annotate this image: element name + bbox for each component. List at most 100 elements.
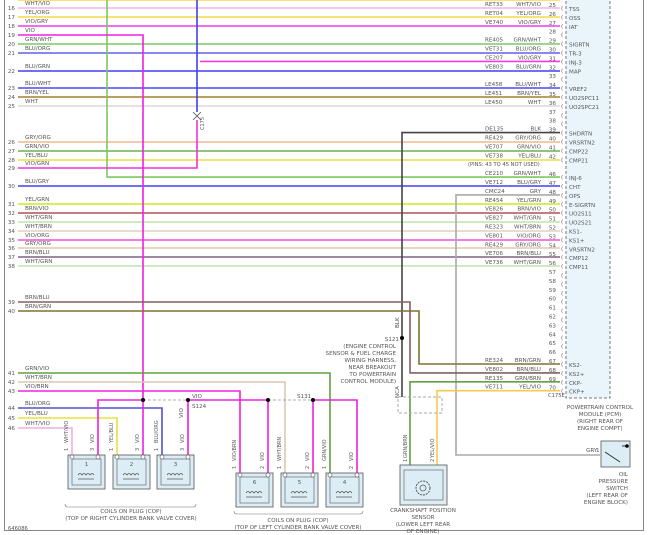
coil-terminal-icon: [185, 454, 191, 460]
coil-group-brace: [233, 510, 364, 515]
splice-s121-desc: SENSOR & FUEL CHARGE: [326, 351, 397, 357]
left-pin-number: 45: [8, 416, 16, 422]
connector-terminal-icon: (: [561, 255, 563, 261]
pin-function: UO2S21: [569, 221, 592, 227]
pin-circuit-id: VE827: [485, 216, 503, 222]
vio-bus: [313, 399, 358, 475]
splice-dot: [141, 398, 145, 402]
connector-terminal-icon: (: [561, 131, 563, 137]
left-pin-number: 39: [8, 300, 16, 306]
left-wire-color: VIO/GRY: [25, 19, 49, 25]
coil-pin-number: 3: [135, 448, 141, 451]
pin-circuit-id: RE324: [485, 358, 504, 364]
pin-wire-color: YEL/ORG: [515, 11, 541, 17]
connector-terminal-icon: (: [561, 282, 563, 288]
pin-circuit-id: VE707: [485, 144, 503, 150]
pin-wire-color: BRN/YEL: [517, 91, 542, 97]
pin-number: 28: [549, 30, 557, 36]
pin-function: CMP12: [569, 256, 588, 262]
pcm-label: POWERTRAIN CONTROL: [567, 405, 634, 411]
pin-circuit-id: LE451: [485, 91, 503, 97]
connector-terminal-icon: (: [561, 246, 563, 252]
left-wire-color: BRN/BLU: [25, 250, 50, 256]
pcm-label: (RIGHT REAR OF: [577, 419, 623, 425]
left-wire-color: VIO/ORG: [25, 233, 49, 239]
connector-terminal-icon: (: [561, 220, 563, 226]
pin-circuit-id: LE450: [485, 100, 503, 106]
coil-terminal-icon: [140, 454, 146, 460]
pin-function: MAP: [569, 69, 582, 75]
coil-terminal-icon: [354, 472, 360, 478]
pin-function: TSS: [568, 7, 580, 13]
left-pin-number: 38: [8, 264, 16, 270]
pin-wire-color: BRN/BLU: [516, 367, 541, 373]
pin-wire-color: BLU/GRY: [517, 180, 542, 186]
coil-wire-label: GRN/VIO: [322, 439, 328, 461]
pin-number: 60: [549, 297, 557, 303]
pin-wire-color: BLK: [530, 127, 541, 133]
left-wire-color: YEL/GRN: [24, 197, 49, 203]
left-wire-color: WHT/BRN: [25, 224, 52, 230]
connector-terminal-icon: (: [561, 184, 563, 190]
coil-pin-number: 2: [305, 466, 311, 469]
pin-function: E-SIGRTN: [569, 203, 595, 209]
left-pin-number: 36: [8, 246, 16, 252]
pin-function: KS1+: [569, 238, 585, 244]
connector-terminal-icon: (: [561, 344, 563, 350]
splice-s131-dot: [311, 398, 315, 402]
connector-terminal-icon: (: [561, 6, 563, 12]
pin-wire-color: VIO/GRY: [518, 55, 542, 61]
pin-function: CKP+: [569, 390, 585, 396]
splice-s121-desc: NEAR BREAKOUT: [348, 365, 396, 371]
coil-box: [112, 454, 151, 490]
coil-terminal-icon: [159, 454, 165, 460]
pin-function: SIGRTN: [569, 43, 590, 49]
coil-box: [325, 472, 364, 508]
left-pin-number: 18: [8, 24, 16, 30]
coil-terminal-icon: [310, 472, 316, 478]
coil-pin-number: 1: [277, 466, 283, 469]
oil-switch-label: SWITCH: [606, 486, 628, 492]
left-pin-number: 27: [8, 149, 16, 155]
coil-wire-label: YEL/BLU: [109, 422, 115, 444]
pin-circuit-id: (PINS: 43 TO 45 NOT USED): [468, 162, 540, 168]
coil-wire-label: VIO: [349, 452, 355, 461]
coil-terminal-icon: [95, 454, 101, 460]
connector-terminal-icon: (: [561, 237, 563, 243]
connector-terminal-icon: (: [561, 380, 563, 386]
left-wire-color: YEL/BLU: [24, 411, 48, 417]
connector-terminal-icon: (: [561, 273, 563, 279]
connector-terminal-icon: (: [561, 362, 563, 368]
pin-number: 61: [549, 306, 557, 312]
coil-wire-label: VIO: [260, 452, 266, 461]
pin-circuit-id: VE712: [485, 180, 503, 186]
coil-pin-number: 1: [322, 466, 328, 469]
pin-wire-color: BLU/ORG: [516, 47, 541, 53]
pin-wire-color: GRY/ORG: [515, 136, 541, 142]
connector-terminal-icon: (: [561, 77, 563, 83]
crank-pin2: 2: [430, 459, 436, 462]
left-pin-number: 32: [8, 211, 15, 217]
left-wire-color: GRN/WHT: [25, 37, 53, 43]
pin-circuit-id: DE135: [485, 127, 504, 133]
left-pin-number: 25: [8, 104, 16, 110]
connector-terminal-icon: (: [561, 122, 563, 128]
left-pin-number: 16: [8, 6, 16, 12]
connector-terminal-icon: (: [561, 326, 563, 332]
splice-dot: [266, 398, 270, 402]
pin-number: 38: [549, 119, 557, 125]
coil-box: [280, 472, 319, 508]
pin-wire-color: YEL/VIO: [518, 385, 541, 391]
pin-number: 59: [549, 288, 557, 294]
connector-terminal-icon: (: [561, 335, 563, 341]
shield-outline: [397, 396, 443, 414]
coil-wire-label: WHT/BRN: [277, 437, 283, 461]
coil-terminal-icon: [237, 472, 243, 478]
pin-number: 63: [549, 323, 557, 329]
left-pin-number: 21: [8, 51, 16, 57]
pin-function: IAT: [569, 25, 578, 31]
left-pin-number: 33: [8, 220, 16, 226]
shield-wire-label: BLK: [395, 317, 401, 328]
left-wire-color: BLU/GRY: [25, 179, 50, 185]
pin-wire-color: WHT/BRN: [514, 225, 541, 231]
